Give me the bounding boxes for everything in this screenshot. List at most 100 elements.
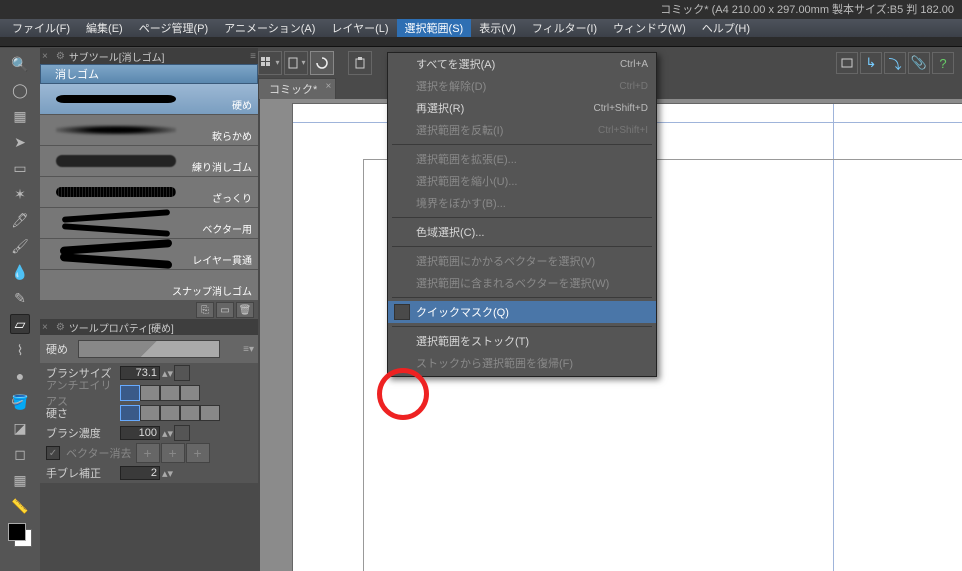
- panel-menu-icon[interactable]: ≡: [250, 51, 256, 62]
- brush-tool-icon[interactable]: 🖌: [10, 236, 30, 256]
- ruler-tool-icon[interactable]: 📏: [10, 496, 30, 516]
- menu-item-expand[interactable]: 選択範囲を拡張(E)...: [388, 148, 656, 170]
- menu-bar: ファイル(F) 編集(E) ページ管理(P) アニメーション(A) レイヤー(L…: [0, 19, 962, 37]
- brush-row-hard[interactable]: 硬め: [40, 84, 258, 115]
- menu-item-reselect[interactable]: 再選択(R)Ctrl+Shift+D: [388, 97, 656, 119]
- stepper-icon[interactable]: ▴▾: [162, 467, 172, 480]
- nav-out-icon[interactable]: ↳: [860, 52, 882, 74]
- brush-label: ざっくり: [212, 190, 252, 205]
- wand-tool-icon[interactable]: ▦: [10, 106, 30, 126]
- subtool-tab-eraser[interactable]: 消しゴム: [40, 64, 258, 84]
- clipboard-button[interactable]: [348, 51, 372, 75]
- brush-row-snap[interactable]: スナップ消しゴム: [40, 270, 258, 301]
- brush-label: スナップ消しゴム: [172, 283, 252, 298]
- menu-item-border-blur[interactable]: 境界をぼかす(B)...: [388, 192, 656, 214]
- panel-close-icon[interactable]: ×: [42, 322, 48, 333]
- menu-item-color-range[interactable]: 色域選択(C)...: [388, 221, 656, 243]
- lasso-tool-icon[interactable]: ◯: [10, 80, 30, 100]
- menu-selection[interactable]: 選択範囲(S): [397, 19, 472, 37]
- brush-row-vector[interactable]: ベクター用: [40, 208, 258, 239]
- subtool-trash-icon[interactable]: 🗑: [236, 302, 254, 318]
- menu-item-vec-overlap[interactable]: 選択範囲にかかるベクターを選択(V): [388, 250, 656, 272]
- menu-animation[interactable]: アニメーション(A): [216, 19, 323, 37]
- menu-edit[interactable]: 編集(E): [78, 19, 131, 37]
- menu-view[interactable]: 表示(V): [471, 19, 524, 37]
- vector-erase-modes: +++: [136, 443, 210, 463]
- drop-tool-icon[interactable]: ●: [10, 366, 30, 386]
- pointer-tool-icon[interactable]: ➤: [10, 132, 30, 152]
- menu-item-restore-selection[interactable]: ストックから選択範囲を復帰(F): [388, 352, 656, 374]
- density-input[interactable]: 100: [120, 426, 160, 440]
- divider-strip: [0, 37, 962, 47]
- prop-vector-erase: ✓ ベクター消去 +++: [40, 443, 258, 463]
- subtool-title: サブツール[消しゴム]: [69, 49, 165, 64]
- menu-item-deselect[interactable]: 選択を解除(D)Ctrl+D: [388, 75, 656, 97]
- dynamics-icon[interactable]: [174, 425, 190, 441]
- pen-tool-icon[interactable]: 🖊: [10, 210, 30, 230]
- menu-item-select-all[interactable]: すべてを選択(A)Ctrl+A: [388, 53, 656, 75]
- menu-separator: [392, 326, 652, 327]
- menu-separator: [392, 217, 652, 218]
- panel-close-icon[interactable]: ×: [42, 51, 48, 62]
- menu-item-quickmask[interactable]: クイックマスク(Q): [388, 301, 656, 323]
- doc-dropdown-button[interactable]: [284, 51, 308, 75]
- brush-label: 練り消しゴム: [192, 159, 252, 174]
- sparkle-tool-icon[interactable]: ✶: [10, 184, 30, 204]
- blend-tool-icon[interactable]: ⌇: [10, 340, 30, 360]
- right-toolbar: ↳ ⤵ 📎 ?: [836, 52, 954, 74]
- menu-item-shrink[interactable]: 選択範囲を縮小(U)...: [388, 170, 656, 192]
- eraser-tool-icon[interactable]: ▱: [10, 314, 30, 334]
- grid-toggle-button[interactable]: [258, 51, 282, 75]
- menu-file[interactable]: ファイル(F): [4, 19, 78, 37]
- subtool-doc-icon[interactable]: ▭: [216, 302, 234, 318]
- subtool-options-icon[interactable]: ⎘: [196, 302, 214, 318]
- display-toggle-button[interactable]: [836, 52, 858, 74]
- brush-preview-swatch: [78, 340, 220, 358]
- stabilization-input[interactable]: 2: [120, 466, 160, 480]
- prop-antialias: アンチエイリアス: [40, 383, 258, 403]
- document-tab[interactable]: コミック*: [258, 78, 336, 100]
- property-menu-icon[interactable]: ≡▾: [243, 344, 254, 355]
- checkbox[interactable]: ✓: [46, 446, 60, 460]
- tool-column: 🔍 ◯ ▦ ➤ ▭ ✶ 🖊 🖌 💧 ✎ ▱ ⌇ ● 🪣 ◪ ◻ ▦ 📏: [0, 48, 40, 571]
- swirl-button[interactable]: [310, 51, 334, 75]
- color-swatch[interactable]: [8, 523, 32, 547]
- stepper-icon[interactable]: ▴▾: [162, 367, 172, 380]
- tool-property-header: × ⚙ ツールプロパティ[硬め]: [40, 319, 258, 335]
- menu-filter[interactable]: フィルター(I): [524, 19, 605, 37]
- menu-item-stock-selection[interactable]: 選択範囲をストック(T): [388, 330, 656, 352]
- menu-item-invert[interactable]: 選択範囲を反転(I)Ctrl+Shift+I: [388, 119, 656, 141]
- pencil-tool-icon[interactable]: ✎: [10, 288, 30, 308]
- menu-window[interactable]: ウィンドウ(W): [605, 19, 694, 37]
- stepper-icon[interactable]: ▴▾: [162, 427, 172, 440]
- subtool-bottom-bar: ⎘ ▭ 🗑: [40, 301, 258, 319]
- shape-tool-icon[interactable]: ◻: [10, 444, 30, 464]
- brush-row-rough[interactable]: ざっくり: [40, 177, 258, 208]
- magnify-tool-icon[interactable]: 🔍: [10, 54, 30, 74]
- spray-tool-icon[interactable]: 💧: [10, 262, 30, 282]
- hardness-buttons[interactable]: [120, 405, 220, 421]
- brushsize-input[interactable]: 73.1: [120, 366, 160, 380]
- attach-icon[interactable]: 📎: [908, 52, 930, 74]
- menu-help[interactable]: ヘルプ(H): [694, 19, 758, 37]
- gradient-tool-icon[interactable]: ◪: [10, 418, 30, 438]
- frame-tool-icon[interactable]: ▦: [10, 470, 30, 490]
- prop-stabilization: 手ブレ補正 2 ▴▾: [40, 463, 258, 483]
- menu-page[interactable]: ページ管理(P): [131, 19, 216, 37]
- brush-row-layer[interactable]: レイヤー貫通: [40, 239, 258, 270]
- bucket-tool-icon[interactable]: 🪣: [10, 392, 30, 412]
- marquee-tool-icon[interactable]: ▭: [10, 158, 30, 178]
- menu-layer[interactable]: レイヤー(L): [323, 19, 396, 37]
- brush-label: レイヤー貫通: [192, 252, 252, 267]
- gear-icon[interactable]: ⚙: [56, 51, 65, 62]
- brush-row-soft[interactable]: 軟らかめ: [40, 115, 258, 146]
- help-icon[interactable]: ?: [932, 52, 954, 74]
- menu-separator: [392, 297, 652, 298]
- menu-item-vec-inside[interactable]: 選択範囲に含まれるベクターを選択(W): [388, 272, 656, 294]
- menu-separator: [392, 246, 652, 247]
- gear-icon[interactable]: ⚙: [56, 322, 65, 333]
- document-tabs: コミック*: [258, 80, 336, 98]
- brush-row-kneaded[interactable]: 練り消しゴム: [40, 146, 258, 177]
- nav-down-icon[interactable]: ⤵: [884, 52, 906, 74]
- dynamics-icon[interactable]: [174, 365, 190, 381]
